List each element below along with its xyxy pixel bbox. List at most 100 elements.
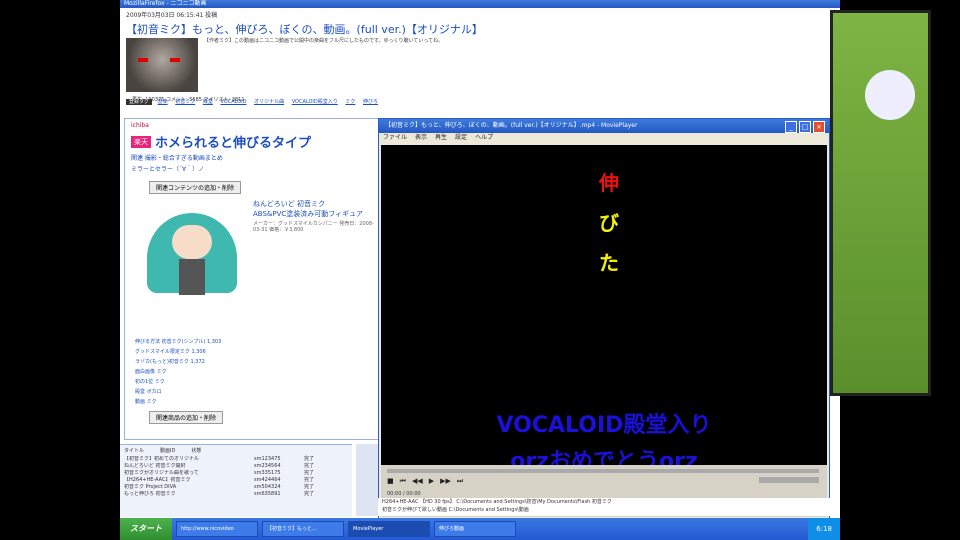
list-side-panel[interactable] [356,444,378,516]
menu-settings[interactable]: 設定 [455,133,467,143]
tag-link[interactable]: ミク [345,99,355,105]
list-row[interactable]: ねんどろいど 初音ミク開封 sm234564 完了 [120,463,352,470]
video-description: 【作者ミク】この動画はニコニコ動画で公開中の楽曲をフル尺にしたものです。ゆっくり… [204,38,444,44]
ichiba-ad-panel: ichiba 楽天 ホメられると伸びるタイプ 関連 撮影・総合すぎる動画まとめ … [124,118,384,440]
minimize-icon[interactable]: _ [785,121,797,133]
menu-help[interactable]: ヘルプ [475,133,493,143]
list-cell-id: sm635891 [254,491,281,497]
window-buttons: _ □ × [785,121,825,133]
video-overlay-line-1: VOCALOID殿堂入り [496,413,712,438]
tag-lock-label: 登録タグ [126,99,153,105]
figure-face [172,225,212,259]
list-cell-status: 完了 [304,477,315,483]
video-date: 2009年03月03日 06:15:41 投稿 [126,12,218,19]
maximize-icon[interactable]: □ [799,121,811,133]
product-title[interactable]: ねんどろいど 初音ミク [253,199,381,209]
list-row[interactable]: 初音ミクがオリジナル曲を歌って sm335175 完了 [120,470,352,477]
tag-link[interactable]: VOCALOID殿堂入り [292,99,338,105]
menu-view[interactable]: 表示 [415,133,427,143]
ad-link[interactable]: 伸びる方法 初音ミク(シンプル) 1,303 [135,337,375,347]
player-titlebar[interactable]: 【初音ミク】もっと、伸びろ、ぼくの、動画。(full ver.)【オリジナル】.… [379,119,829,133]
taskbar-item[interactable]: MoviePlayer [348,521,430,537]
tray-clock[interactable]: 6:18 [816,518,832,540]
list-header-title[interactable]: タイトル [124,447,144,454]
tag-link[interactable]: 初音ミク [175,99,195,105]
start-button[interactable]: スタート [120,518,172,540]
seek-bar[interactable] [387,469,819,473]
fastforward-icon[interactable]: ▶▶ [440,477,451,486]
file-info-line-1: H264+HE-AAC 【HD 30 fps】 C:\Documents and… [382,499,612,505]
taskbar-item[interactable]: 伸びろ動画 [434,521,516,537]
menu-play[interactable]: 再生 [435,133,447,143]
video-thumbnail[interactable] [126,38,198,92]
list-cell-status: 完了 [304,491,315,497]
browser-titlebar[interactable]: MozillaFirefox - ニコニコ動画 [120,0,840,8]
background-window [830,10,931,396]
tag-link[interactable]: 音楽 [158,99,168,105]
tag-link[interactable]: オリジナル曲 [254,99,284,105]
list-row[interactable]: 初音ミク Project DIVA sm504324 完了 [120,484,352,491]
list-cell-title: 初音ミクがオリジナル曲を歌って [124,470,199,476]
thumbnail-eye-right [170,58,180,62]
desktop-screen: MozillaFirefox - ニコニコ動画 2009年03月03日 06:1… [120,0,840,540]
product-subtitle[interactable]: ABS&PVC塗装済み可動フィギュア [253,209,381,219]
taskbar-item[interactable]: http://www.nicovideo [176,521,258,537]
ad-link[interactable]: 殿堂 ボカロ [135,387,375,397]
prev-icon[interactable]: ⏮ [400,477,406,486]
tag-link[interactable]: 伸びろ [363,99,378,105]
list-cell-status: 完了 [304,463,315,469]
ad-link-list: 伸びる方法 初音ミク(シンプル) 1,303 グッドスマイル限定ミク 1,306… [135,337,375,407]
edit-products-button[interactable]: 関連商品の追加・削除 [149,411,224,424]
ad-link[interactable]: 動画 ミク [135,397,375,407]
figure-body [179,259,205,295]
menu-file[interactable]: ファイル [383,133,407,143]
video-display[interactable]: 伸 び た VOCALOID殿堂入り orzおめでとうorz [381,145,827,474]
list-cell-title: 初音ミク Project DIVA [124,484,177,490]
background-circle [865,70,915,120]
list-header-status[interactable]: 状態 [191,447,201,454]
close-icon[interactable]: × [813,121,825,133]
media-player-window: 【初音ミク】もっと、伸びろ、ぼくの、動画。(full ver.)【オリジナル】.… [378,118,830,520]
ad-link[interactable]: グッドスマイル限定ミク 1,306 [135,347,375,357]
list-cell-id: sm424464 [254,477,281,483]
product-info: ねんどろいど 初音ミク ABS&PVC塗装済み可動フィギュア メーカー：グッドス… [253,199,381,233]
ad-link[interactable]: ラゾカ(もっと)初音ミク 1,372 [135,357,375,367]
list-row[interactable]: 【初音ミク】初めてのオリジナル sm123475 完了 [120,456,352,463]
ad-link[interactable]: 初の1位 ミク [135,377,375,387]
list-cell-id: sm123475 [254,456,281,462]
video-title[interactable]: 【初音ミク】もっと、伸びろ、ぼくの、動画。(full ver.)【オリジナル】 [126,21,786,37]
product-figure-image[interactable] [147,203,237,303]
ichiba-logo: ichiba [131,122,149,129]
list-cell-title: 【H264+HE-AAC】初音ミク [124,477,191,483]
player-title: 【初音ミク】もっと、伸びろ、ぼくの、動画。(full ver.)【オリジナル】.… [385,122,638,129]
rewind-icon[interactable]: ◀◀ [412,477,423,486]
system-tray: 6:18 [808,518,840,540]
ad-subtitle-2[interactable]: ミラーとセラー（´∀｀）ノ [131,164,377,173]
next-icon[interactable]: ⏭ [457,477,463,486]
ad-subtitle-1[interactable]: 関連 撮影・総合すぎる動画まとめ [131,153,377,162]
list-row[interactable]: 【H264+HE-AAC】初音ミク sm424464 完了 [120,477,352,484]
ad-badge: 楽天 [131,135,151,148]
ad-title[interactable]: ホメられると伸びるタイプ [155,132,311,151]
list-row[interactable]: もっと伸びろ 初音ミク sm635891 完了 [120,491,352,498]
taskbar-item[interactable]: 【初音ミク】もっと... [262,521,344,537]
desktop-background-right [830,0,960,540]
list-cell-id: sm504324 [254,484,281,490]
player-menubar: ファイル 表示 再生 設定 ヘルプ [379,133,829,143]
tag-link[interactable]: 殿堂 [203,99,213,105]
list-cell-status: 完了 [304,456,315,462]
list-header-id[interactable]: 動画ID [160,447,175,454]
list-cell-title: ねんどろいど 初音ミク開封 [124,463,186,469]
ad-link[interactable]: 面白画像 ミク [135,367,375,377]
volume-slider[interactable] [759,477,819,483]
play-icon[interactable]: ▶ [429,477,434,486]
list-cell-status: 完了 [304,470,315,476]
download-list-panel: タイトル 動画ID 状態 【初音ミク】初めてのオリジナル sm123475 完了 ね… [120,444,352,517]
tag-link[interactable]: VOCALOID [220,99,246,105]
taskbar: スタート http://www.nicovideo 【初音ミク】もっと... M… [120,518,840,540]
edit-related-button[interactable]: 関連コンテンツの追加・削除 [149,181,242,194]
list-cell-title: もっと伸びろ 初音ミク [124,491,176,497]
stop-icon[interactable]: ■ [387,477,394,486]
browser-window: MozillaFirefox - ニコニコ動画 2009年03月03日 06:1… [120,0,840,520]
file-info-bar: H264+HE-AAC 【HD 30 fps】 C:\Documents and… [378,498,834,516]
